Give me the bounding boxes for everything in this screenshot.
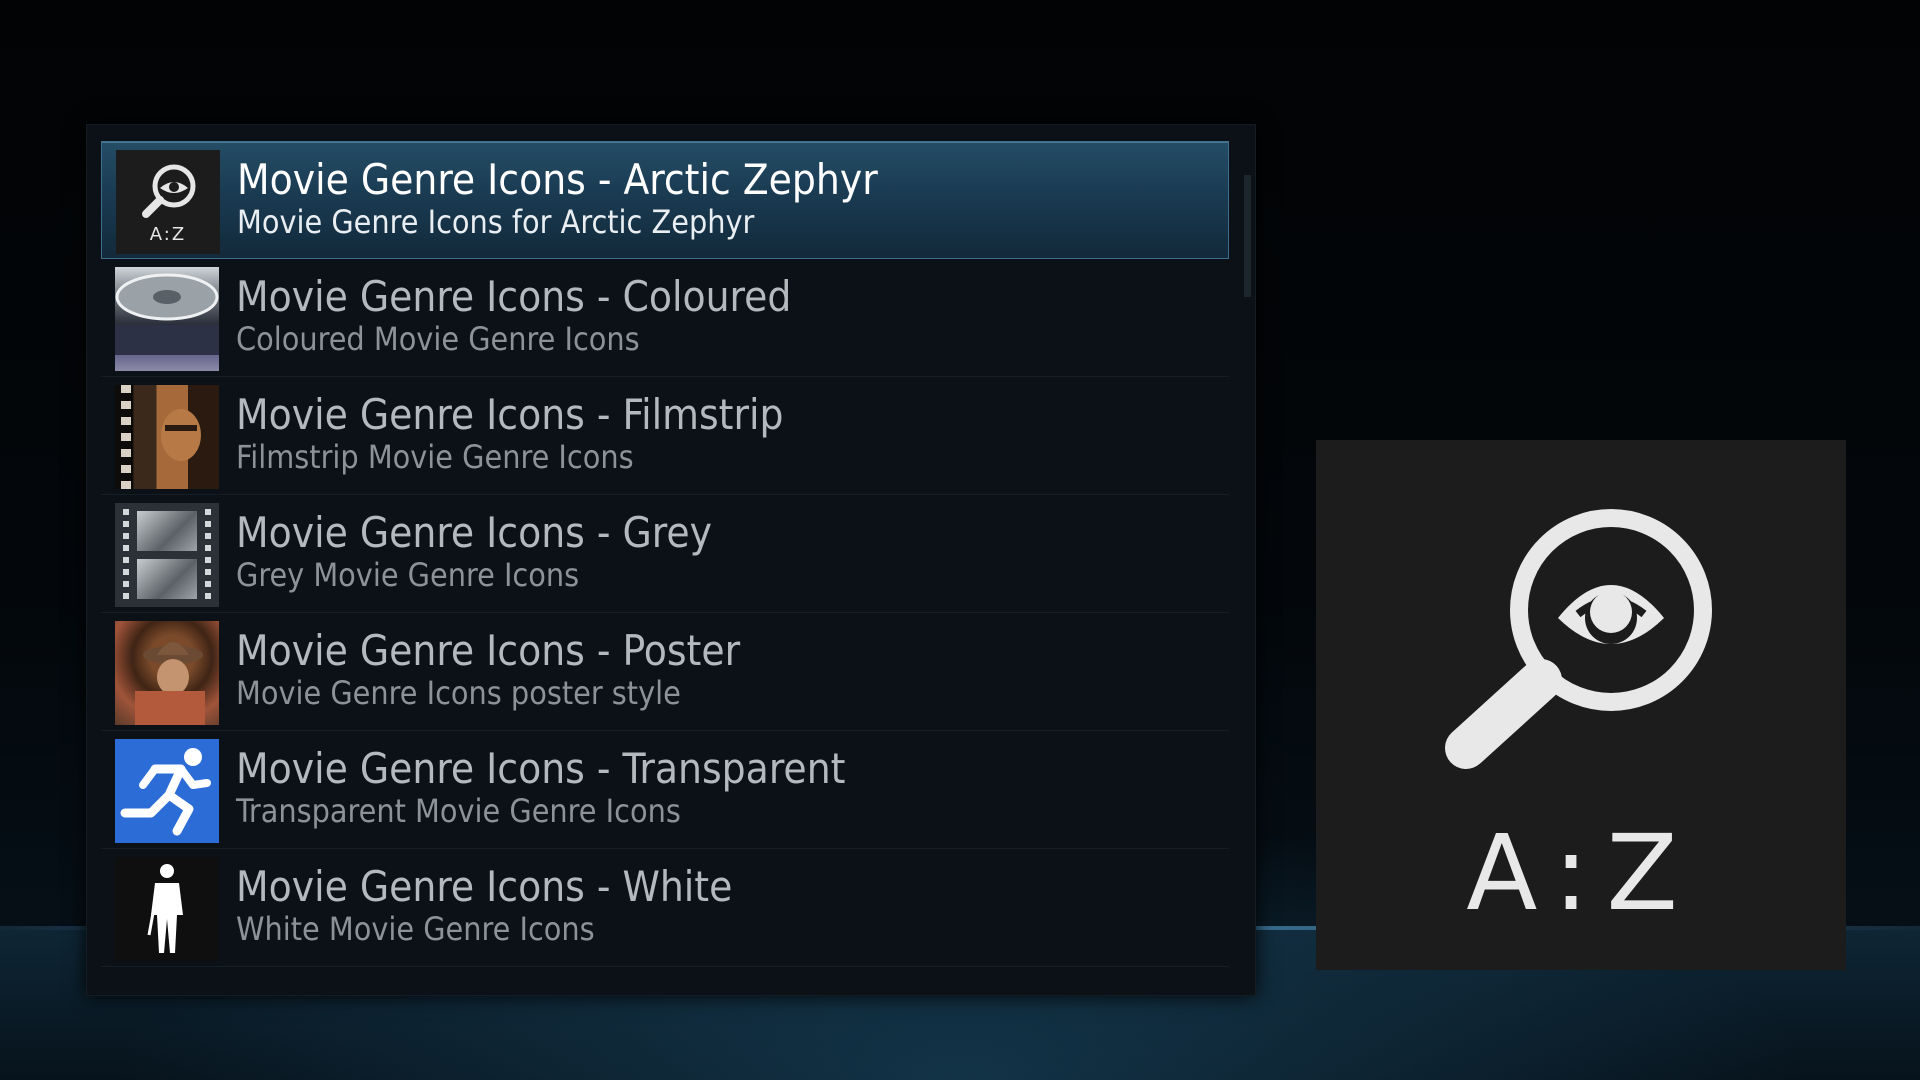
item-title: Movie Genre Icons - Arctic Zephyr <box>237 155 878 204</box>
item-subtitle: Movie Genre Icons for Arctic Zephyr <box>237 203 755 241</box>
item-subtitle: Transparent Movie Genre Icons <box>236 792 681 830</box>
item-title: Movie Genre Icons - White <box>236 862 733 911</box>
item-subtitle: White Movie Genre Icons <box>236 910 595 948</box>
list-item[interactable]: Movie Genre Icons - Transparent Transpar… <box>101 731 1229 849</box>
running-man-icon <box>115 739 219 843</box>
list-item[interactable]: Movie Genre Icons - Poster Movie Genre I… <box>101 613 1229 731</box>
grey-filmstrip-thumbnail <box>115 503 219 607</box>
list-item[interactable]: Movie Genre Icons - Grey Grey Movie Genr… <box>101 495 1229 613</box>
preview-az-label: A:Z <box>1466 812 1696 934</box>
film-reel-thumbnail <box>115 267 219 371</box>
poster-thumbnail <box>115 621 219 725</box>
item-subtitle: Filmstrip Movie Genre Icons <box>236 438 634 476</box>
list-item[interactable]: Movie Genre Icons - White White Movie Ge… <box>101 849 1229 967</box>
item-subtitle: Grey Movie Genre Icons <box>236 556 580 594</box>
film-holes-right <box>205 509 211 601</box>
list-item[interactable]: Movie Genre Icons - Filmstrip Filmstrip … <box>101 377 1229 495</box>
list-scrollbar[interactable] <box>1244 175 1251 297</box>
film-frame <box>137 559 197 599</box>
list-item[interactable]: Movie Genre Icons - Coloured Coloured Mo… <box>101 259 1229 377</box>
item-title: Movie Genre Icons - Transparent <box>236 744 846 793</box>
item-subtitle: Coloured Movie Genre Icons <box>236 320 640 358</box>
filmstrip-thumbnail <box>115 385 219 489</box>
film-frame <box>137 511 197 551</box>
item-subtitle: Movie Genre Icons poster style <box>236 674 681 712</box>
item-title: Movie Genre Icons - Poster <box>236 626 741 675</box>
thumb-az-label: A:Z <box>149 224 187 245</box>
addon-list-panel: A:Z Movie Genre Icons - Arctic Zephyr Mo… <box>86 124 1256 996</box>
film-holes-left <box>123 509 129 601</box>
list-item[interactable]: A:Z Movie Genre Icons - Arctic Zephyr Mo… <box>101 141 1229 259</box>
az-magnifier-eye-icon: A:Z <box>116 150 220 254</box>
item-title: Movie Genre Icons - Grey <box>236 508 712 557</box>
man-silhouette-icon <box>115 857 219 961</box>
item-title: Movie Genre Icons - Filmstrip <box>236 390 784 439</box>
preview-image: A:Z <box>1316 440 1846 970</box>
addon-list[interactable]: A:Z Movie Genre Icons - Arctic Zephyr Mo… <box>101 141 1229 977</box>
item-title: Movie Genre Icons - Coloured <box>236 272 792 321</box>
